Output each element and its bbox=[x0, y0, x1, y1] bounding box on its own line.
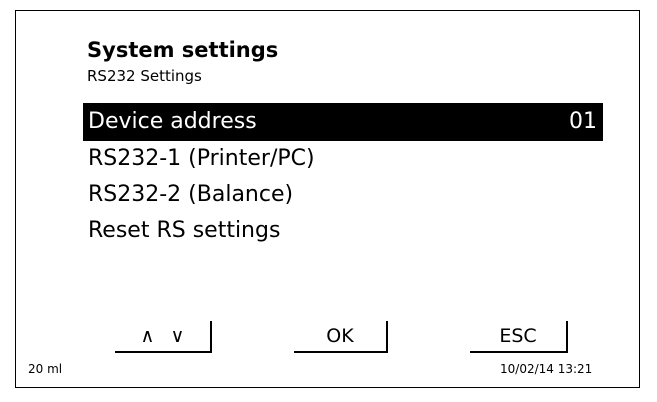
ok-button[interactable]: OK bbox=[294, 321, 388, 353]
chevron-down-icon: ∨ bbox=[170, 325, 185, 347]
volume-status: 20 ml bbox=[28, 362, 63, 376]
menu-item-rs232-2[interactable]: RS232-2 (Balance) bbox=[83, 177, 603, 213]
esc-button[interactable]: ESC bbox=[470, 321, 568, 353]
datetime-status: 10/02/14 13:21 bbox=[500, 362, 593, 376]
menu-item-device-address[interactable]: Device address 01 bbox=[83, 103, 603, 141]
menu-item-label: RS232-1 (Printer/PC) bbox=[88, 146, 315, 171]
menu-item-reset-rs-settings[interactable]: Reset RS settings bbox=[83, 213, 603, 249]
settings-menu: Device address 01 RS232-1 (Printer/PC) R… bbox=[83, 103, 603, 249]
menu-item-label: Reset RS settings bbox=[88, 218, 281, 243]
page-subtitle: RS232 Settings bbox=[87, 67, 202, 85]
chevron-up-icon: ∧ bbox=[140, 325, 155, 347]
menu-item-rs232-1[interactable]: RS232-1 (Printer/PC) bbox=[83, 141, 603, 177]
page-title: System settings bbox=[87, 38, 279, 62]
menu-item-label: Device address bbox=[88, 109, 257, 134]
up-down-softkey[interactable]: ∧ ∨ bbox=[115, 321, 212, 353]
device-address-value: 01 bbox=[569, 109, 597, 134]
menu-item-label: RS232-2 (Balance) bbox=[88, 182, 294, 207]
